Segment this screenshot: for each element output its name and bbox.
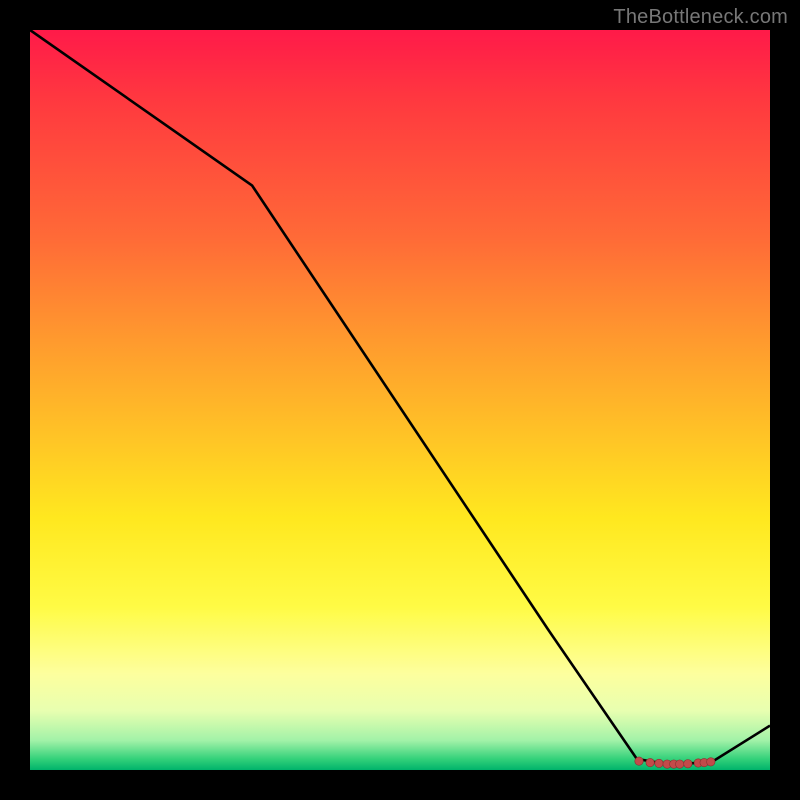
attribution-text: TheBottleneck.com bbox=[613, 6, 788, 29]
optimum-marker bbox=[707, 758, 715, 766]
chart-area bbox=[30, 30, 770, 770]
optimum-marker bbox=[635, 757, 643, 765]
chart-overlay bbox=[30, 30, 770, 770]
optimum-marker bbox=[676, 760, 684, 768]
optimum-marker bbox=[655, 759, 663, 767]
optimum-marker bbox=[684, 760, 692, 768]
optimum-marker bbox=[646, 758, 654, 766]
bottleneck-curve bbox=[30, 30, 770, 764]
optimum-markers bbox=[635, 757, 715, 768]
